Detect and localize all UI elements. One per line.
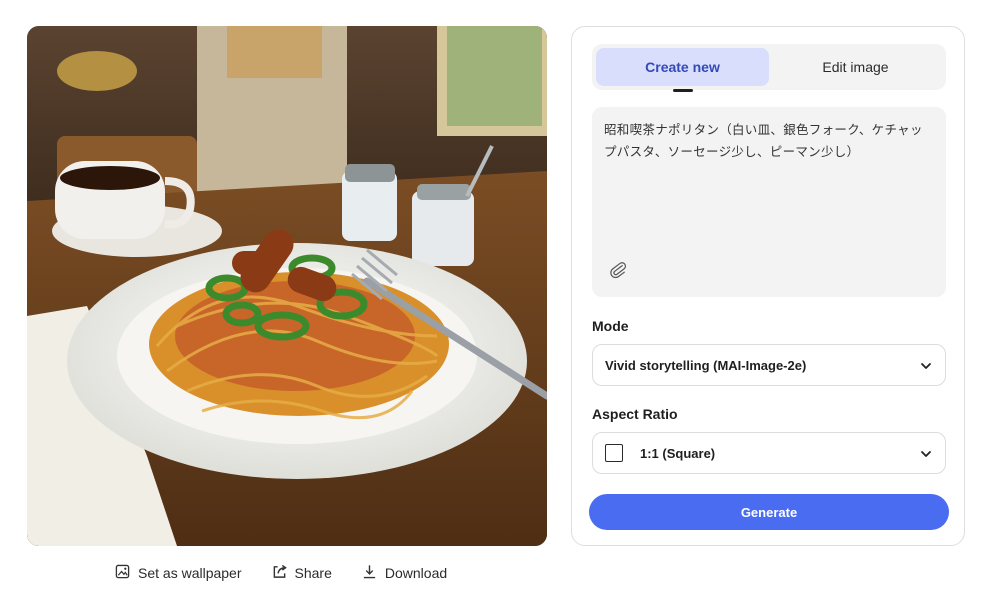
- tab-edit-image[interactable]: Edit image: [769, 48, 942, 86]
- set-wallpaper-label: Set as wallpaper: [138, 565, 242, 581]
- generated-image[interactable]: [27, 26, 547, 546]
- tab-create-new[interactable]: Create new: [596, 48, 769, 92]
- mode-tabs: Create new Edit image: [592, 44, 946, 92]
- generated-image-art: [27, 26, 547, 546]
- generate-button[interactable]: Generate: [589, 494, 949, 530]
- set-wallpaper-button[interactable]: Set as wallpaper: [115, 564, 242, 582]
- share-button[interactable]: Share: [272, 564, 332, 582]
- download-button[interactable]: Download: [362, 564, 447, 582]
- share-icon: [272, 564, 287, 582]
- aspect-ratio-select[interactable]: 1:1 (Square): [592, 432, 946, 474]
- download-label: Download: [384, 565, 448, 581]
- chevron-down-icon: [921, 451, 931, 457]
- mode-select[interactable]: Vivid storytelling (MAI-Image-2e): [592, 344, 946, 386]
- tab-create-new-label: Create new: [645, 59, 720, 75]
- download-icon: [362, 564, 377, 582]
- prompt-text[interactable]: 昭和喫茶ナポリタン（白い皿、銀色フォーク、ケチャップパスタ、ソーセージ少し、ピー…: [604, 119, 934, 163]
- mode-label: Mode: [592, 318, 629, 334]
- prompt-input[interactable]: 昭和喫茶ナポリタン（白い皿、銀色フォーク、ケチャップパスタ、ソーセージ少し、ピー…: [592, 107, 946, 297]
- share-label: Share: [294, 565, 332, 581]
- aspect-ratio-label: Aspect Ratio: [592, 406, 678, 422]
- square-icon: [605, 444, 623, 462]
- aspect-ratio-select-value: 1:1 (Square): [640, 445, 716, 461]
- wallpaper-icon: [115, 564, 130, 582]
- mode-select-value: Vivid storytelling (MAI-Image-2e): [605, 357, 807, 373]
- paperclip-icon[interactable]: [606, 257, 630, 281]
- tab-edit-image-label: Edit image: [822, 59, 889, 75]
- chevron-down-icon: [921, 363, 931, 369]
- creation-panel: Create new Edit image 昭和喫茶ナポリタン（白い皿、銀色フォ…: [571, 26, 965, 546]
- image-actions: Set as wallpaper Share Download: [115, 562, 477, 584]
